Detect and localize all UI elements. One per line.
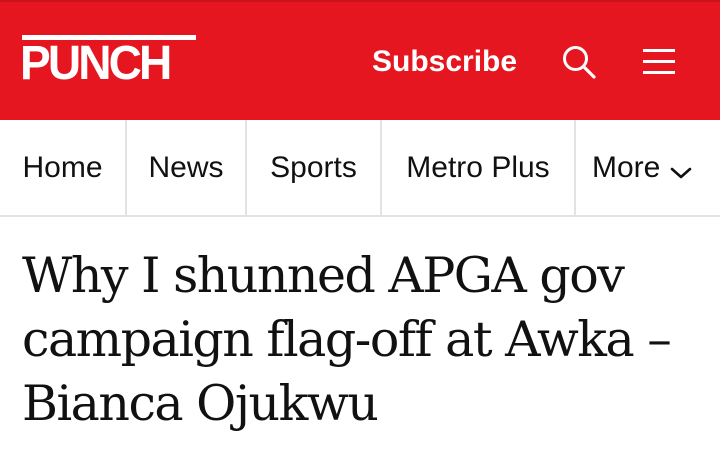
nav-item-more[interactable]: More <box>576 120 720 215</box>
hamburger-menu-icon[interactable] <box>641 46 677 78</box>
nav-item-news[interactable]: News <box>127 120 247 215</box>
nav-item-home[interactable]: Home <box>0 120 127 215</box>
search-icon[interactable] <box>561 44 597 80</box>
punch-logo[interactable]: PUNCH <box>20 35 196 90</box>
site-header: PUNCH Subscribe <box>0 0 720 120</box>
subscribe-button[interactable]: Subscribe <box>372 42 517 82</box>
nav-more-label: More <box>592 150 661 184</box>
logo-text: PUNCH <box>20 37 172 90</box>
nav-item-sports[interactable]: Sports <box>247 120 382 215</box>
chevron-down-icon <box>670 154 692 188</box>
article-headline: Why I shunned APGA gov campaign flag-off… <box>22 247 672 432</box>
main-nav: Home News Sports Metro Plus More <box>0 120 720 217</box>
nav-item-metro-plus[interactable]: Metro Plus <box>382 120 576 215</box>
